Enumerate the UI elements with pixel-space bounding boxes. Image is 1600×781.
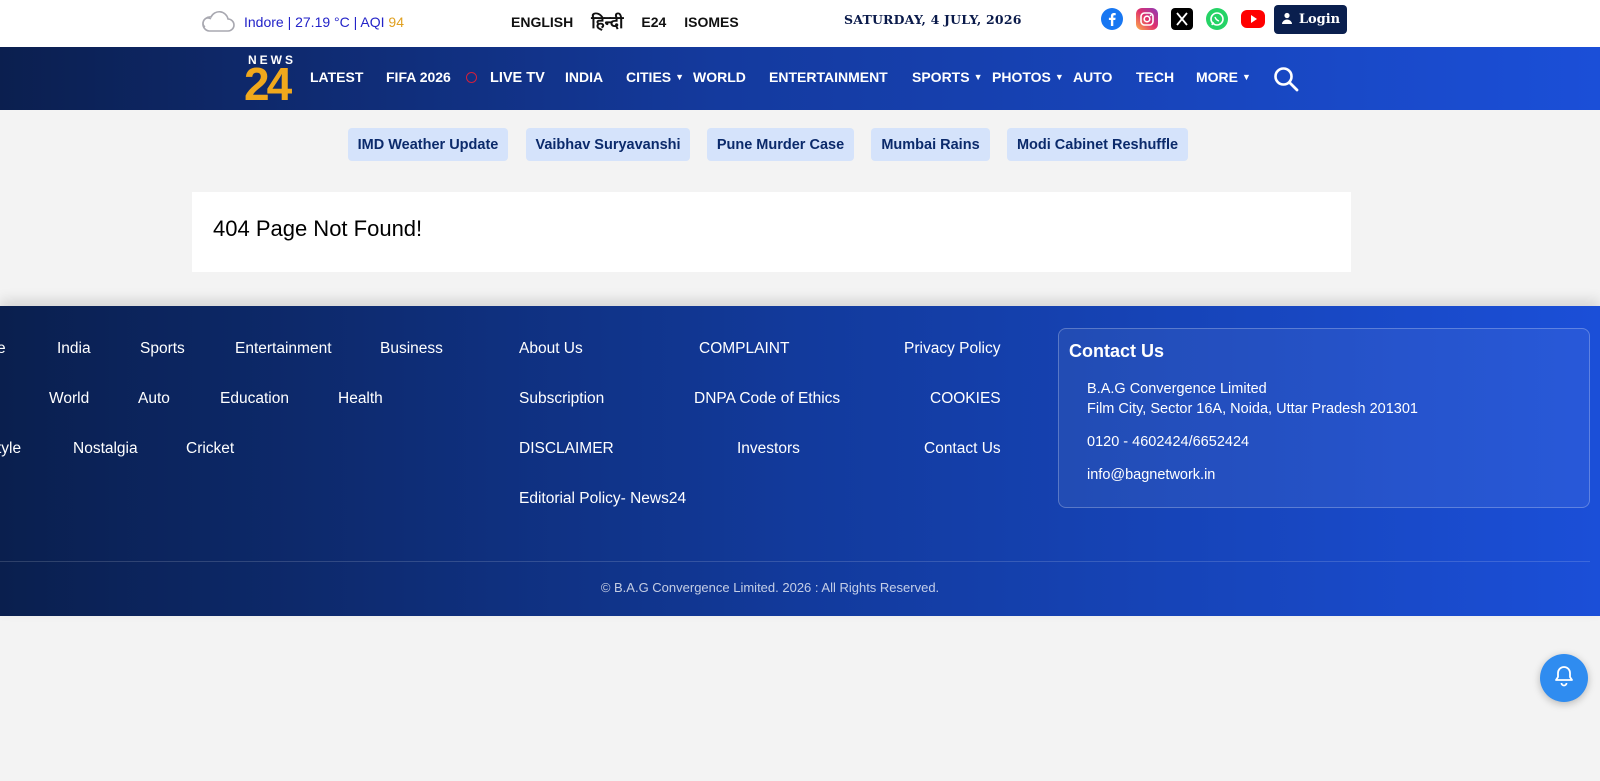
login-label: Login [1298,12,1341,27]
footer-link-subscription[interactable]: Subscription [519,390,604,408]
search-icon[interactable] [1272,65,1300,93]
error-heading: 404 Page Not Found! [213,216,423,241]
nav-latest[interactable]: LATEST [310,69,363,85]
nav-auto[interactable]: AUTO [1073,69,1112,85]
nav-world[interactable]: WORLD [693,69,746,85]
weather-widget: Indore | 27.19 °C | AQI 94 [200,8,404,36]
footer-link-disclaimer[interactable]: DISCLAIMER [519,440,614,458]
nav-india[interactable]: INDIA [565,69,603,85]
news24-logo[interactable]: NEWS 24 [244,53,302,109]
x-icon[interactable] [1171,8,1193,30]
nav-more[interactable]: MORE ▼ [1196,69,1251,85]
lang-e24[interactable]: E24 [641,14,666,30]
footer-category-link[interactable]: Education [220,390,289,408]
footer-category-link[interactable]: tyle [0,440,21,458]
contact-company: B.A.G Convergence Limited [1087,381,1267,397]
contact-title: Contact Us [1069,341,1165,361]
footer-category-link[interactable]: Cricket [186,440,234,458]
footer-category-link[interactable]: Nostalgia [73,440,138,458]
contact-email[interactable]: info@bagnetwork.in [1087,465,1215,485]
footer-link-complaint[interactable]: COMPLAINT [699,340,789,358]
main-nav: NEWS 24 LATEST FIFA 2026 LIVE TV INDIA C… [0,47,1600,110]
youtube-icon[interactable] [1241,10,1265,28]
live-indicator-icon [466,72,477,83]
trending-tag[interactable]: Pune Murder Case [707,128,854,161]
nav-sports[interactable]: SPORTS ▼ [912,69,983,85]
trending-tag[interactable]: Modi Cabinet Reshuffle [1007,128,1188,161]
footer-category-link[interactable]: Auto [138,390,170,408]
social-links [1101,8,1265,30]
trending-tag[interactable]: Vaibhav Suryavanshi [526,128,690,161]
copyright-text: © B.A.G Convergence Limited. 2026 : All … [600,580,940,595]
chevron-down-icon: ▼ [1054,72,1064,82]
trending-tag[interactable]: Mumbai Rains [871,128,990,161]
nav-fifa-2026[interactable]: FIFA 2026 [386,69,451,85]
lang-hindi[interactable]: हिन्दी [591,10,623,33]
error-card: 404 Page Not Found! [192,192,1351,272]
contact-phone[interactable]: 0120 - 4602424/6652424 [1087,432,1249,452]
footer: e India Sports Entertainment Business Wo… [0,306,1600,616]
contact-box: Contact Us B.A.G Convergence Limited Fil… [1058,328,1590,508]
footer-category-link[interactable]: Entertainment [235,340,332,358]
footer-link-about-us[interactable]: About Us [519,340,583,358]
current-date: SATURDAY, 4 JULY, 2026 [844,12,1022,27]
top-bar: Indore | 27.19 °C | AQI 94 ENGLISH हिन्द… [0,0,1600,47]
trending-tag[interactable]: IMD Weather Update [348,128,508,161]
notification-bell-button[interactable] [1540,654,1588,702]
footer-link-editorial-policy[interactable]: Editorial Policy- News24 [519,490,686,508]
footer-divider [0,561,1590,562]
bell-icon [1552,664,1576,693]
lang-english[interactable]: ENGLISH [511,14,573,30]
footer-category-link[interactable]: e [0,340,6,358]
aqi-value: 94 [388,14,404,30]
footer-link-cookies[interactable]: COOKIES [930,390,1001,408]
footer-category-link[interactable]: Business [380,340,443,358]
lang-isomes[interactable]: ISOMES [684,14,738,30]
chevron-down-icon: ▼ [1242,72,1251,82]
footer-link-privacy-policy[interactable]: Privacy Policy [904,340,1000,358]
cloud-icon [200,8,236,37]
footer-link-contact-us[interactable]: Contact Us [924,440,1001,458]
login-button[interactable]: Login [1274,5,1347,34]
footer-link-investors[interactable]: Investors [737,440,800,458]
nav-tech[interactable]: TECH [1136,69,1174,85]
facebook-icon[interactable] [1101,8,1123,30]
whatsapp-icon[interactable] [1206,8,1228,30]
language-switcher: ENGLISH हिन्दी E24 ISOMES [511,10,757,33]
footer-category-link[interactable]: India [57,340,91,358]
user-icon [1281,12,1293,28]
nav-entertainment[interactable]: ENTERTAINMENT [769,69,888,85]
footer-category-link[interactable]: Sports [140,340,185,358]
nav-photos[interactable]: PHOTOS ▼ [992,69,1064,85]
logo-number: 24 [244,58,292,110]
weather-text: Indore | 27.19 °C | AQI 94 [244,14,404,30]
footer-category-link[interactable]: Health [338,390,383,408]
footer-link-dnpa-code[interactable]: DNPA Code of Ethics [694,390,840,408]
chevron-down-icon: ▼ [675,72,685,82]
footer-category-link[interactable]: World [49,390,89,408]
nav-live-tv[interactable]: LIVE TV [490,70,545,86]
contact-address: Film City, Sector 16A, Noida, Uttar Prad… [1087,401,1418,417]
chevron-down-icon: ▼ [973,72,983,82]
instagram-icon[interactable] [1136,8,1158,30]
nav-cities[interactable]: CITIES ▼ [626,69,684,85]
